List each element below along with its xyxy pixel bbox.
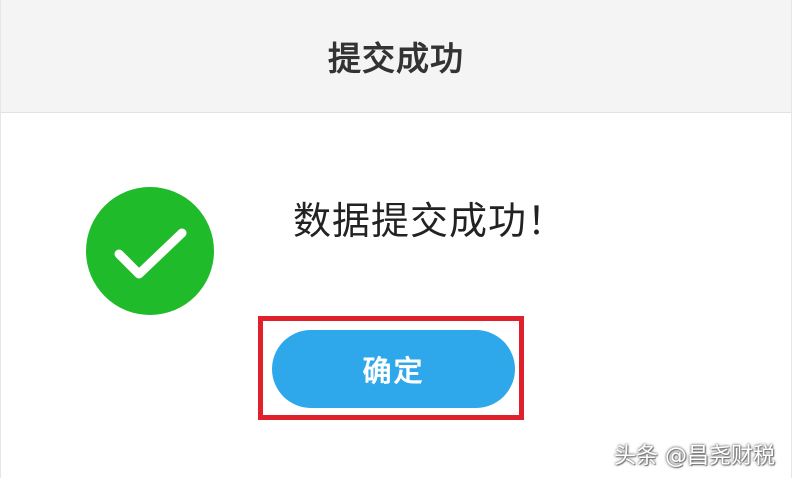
watermark-text: 头条 @昌尧财税 [614,444,775,469]
dialog-header: 提交成功 [1,0,791,113]
success-message: 数据提交成功！ [293,199,567,243]
check-circle-icon [86,187,214,315]
success-dialog: 提交成功 数据提交成功！ 确定 头条 @昌尧财税 [0,0,792,478]
dialog-title: 提交成功 [328,39,464,78]
confirm-button[interactable]: 确定 [272,330,515,408]
